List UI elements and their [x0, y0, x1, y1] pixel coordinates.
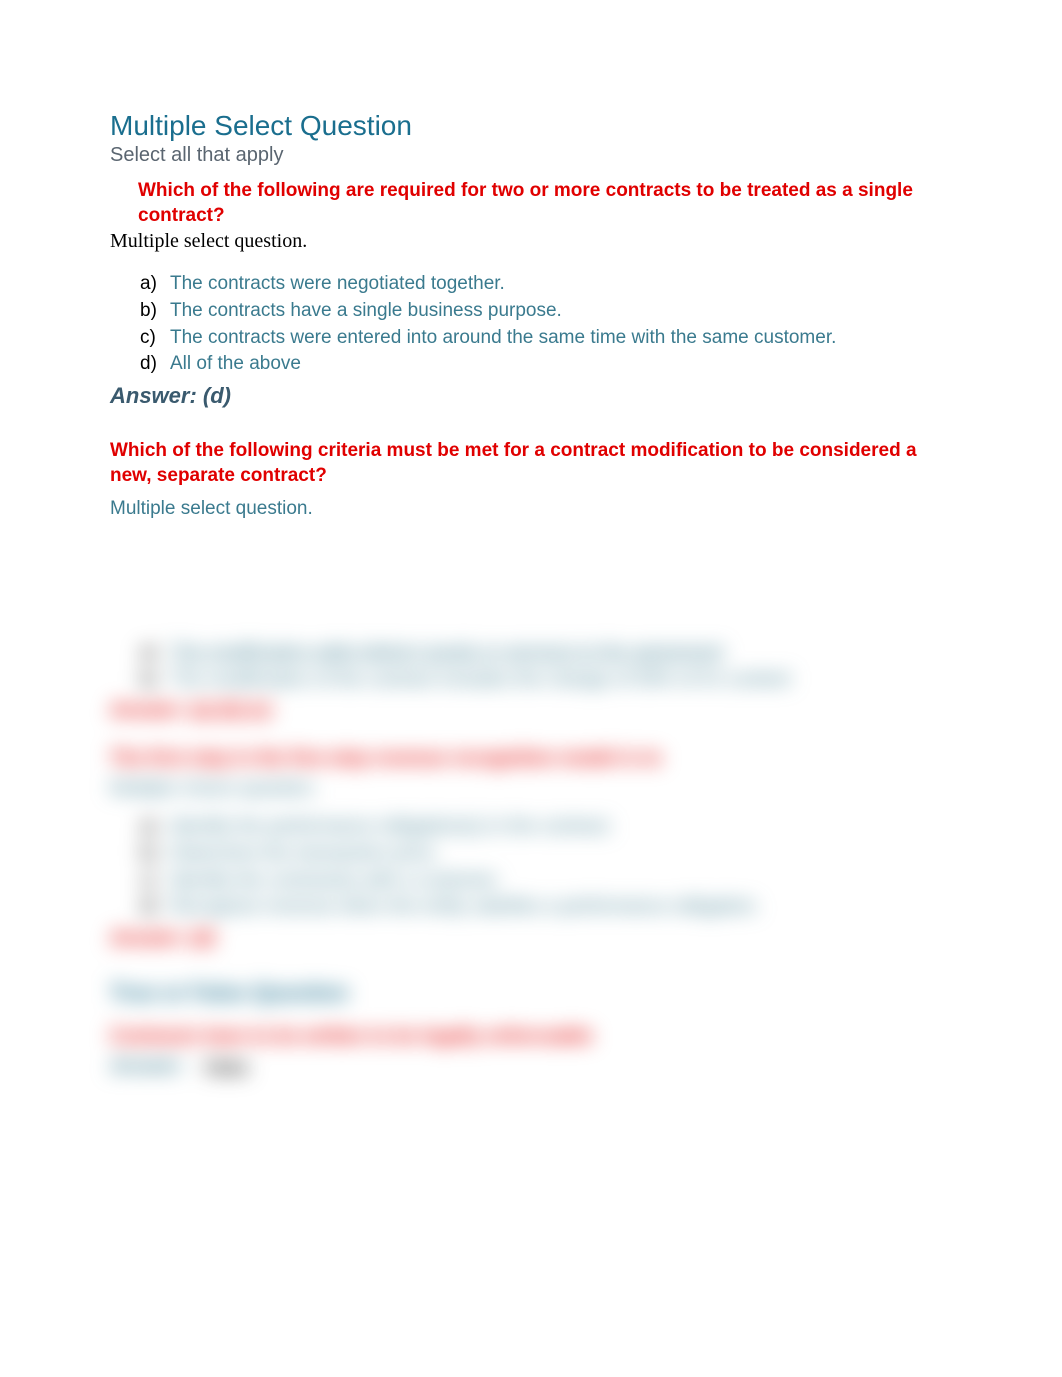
question-3-prompt: The first step in the five-step revenue … — [110, 748, 952, 770]
blur-option: c) Identify the contract(s) with a custo… — [140, 868, 952, 894]
question-1-type-label: Multiple select question. — [110, 230, 952, 253]
option-d: d) All of the above — [140, 351, 952, 377]
option-letter: b) — [140, 841, 170, 867]
option-c: c) The contracts were entered into aroun… — [140, 325, 952, 351]
question-2-answer: Answer: (a) (b) (c) — [110, 700, 952, 722]
option-text: The contracts were negotiated together. — [170, 271, 952, 297]
page-subtitle: Select all that apply — [110, 144, 952, 167]
true-false-answer-line: Answer: False — [110, 1056, 952, 1078]
blur-option: a) Identify the performance obligation(s… — [140, 814, 952, 840]
option-b: b) The contracts have a single business … — [140, 298, 952, 324]
true-false-header: True or False Question — [110, 980, 952, 1006]
option-a: a) The contracts were negotiated togethe… — [140, 271, 952, 297]
option-letter: c) — [140, 325, 170, 351]
blur-option: d) Recognize revenue when the entity sat… — [140, 894, 952, 920]
option-text: Identify the performance obligation(s) i… — [170, 814, 952, 840]
question-1-answer: Answer: (d) — [110, 383, 952, 409]
option-text: Identify the contract(s) with a customer… — [170, 868, 952, 894]
page-title: Multiple Select Question — [110, 110, 952, 142]
option-text: Recognize revenue when the entity satisf… — [170, 894, 952, 920]
option-text: The contracts were entered into around t… — [170, 325, 952, 351]
option-letter: c) — [140, 868, 170, 894]
blur-option: a) The modification adds distinct goods … — [140, 640, 952, 666]
tf-answer-value: False — [205, 1057, 248, 1077]
option-letter: d) — [140, 351, 170, 377]
option-text: The contracts have a single business pur… — [170, 298, 952, 324]
blurred-content: a) The modification adds distinct goods … — [110, 640, 952, 1078]
question-2-options: a) The modification adds distinct goods … — [110, 640, 952, 692]
question-2-prompt: Which of the following criteria must be … — [110, 439, 952, 488]
question-1-prompt: Which of the following are required for … — [110, 179, 952, 228]
option-letter: a) — [140, 271, 170, 297]
option-letter: b) — [140, 298, 170, 324]
option-letter: a) — [140, 640, 170, 666]
option-letter: d) — [140, 894, 170, 920]
option-text: The modification adds distinct goods or … — [170, 640, 952, 666]
true-false-prompt: Contracts have to be written to be legal… — [110, 1026, 952, 1048]
blur-option: b) The modification of the contract incl… — [140, 667, 952, 693]
question-3-type-label: Multiple choice question. — [110, 778, 952, 800]
option-letter: a) — [140, 814, 170, 840]
option-text: All of the above — [170, 351, 952, 377]
question-3-options: a) Identify the performance obligation(s… — [110, 814, 952, 920]
tf-answer-label: Answer: — [110, 1056, 185, 1078]
question-1-options: a) The contracts were negotiated togethe… — [110, 271, 952, 377]
option-text: The modification of the contract include… — [170, 667, 952, 693]
blur-option: b) Determine the transaction price. — [140, 841, 952, 867]
option-letter: b) — [140, 667, 170, 693]
question-2-type-label: Multiple select question. — [110, 498, 952, 520]
option-text: Determine the transaction price. — [170, 841, 952, 867]
question-3-answer: Answer: (d) — [110, 928, 952, 950]
